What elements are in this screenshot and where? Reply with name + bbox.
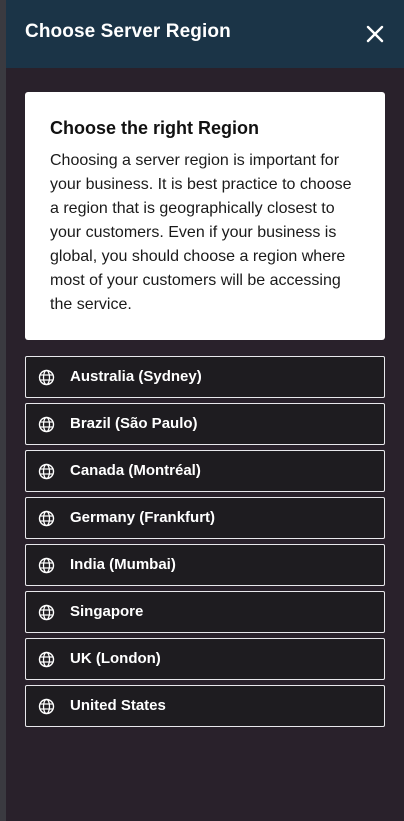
globe-icon <box>38 698 55 715</box>
info-title: Choose the right Region <box>50 118 259 138</box>
globe-icon <box>38 557 55 574</box>
globe-icon <box>38 604 55 621</box>
region-option-brazil[interactable]: Brazil (São Paulo) <box>25 403 385 445</box>
region-label: Singapore <box>70 603 144 620</box>
region-option-singapore[interactable]: Singapore <box>25 591 385 633</box>
region-option-india[interactable]: India (Mumbai) <box>25 544 385 586</box>
region-label: Canada (Montréal) <box>70 462 201 479</box>
close-button[interactable] <box>360 19 390 49</box>
region-option-uk[interactable]: UK (London) <box>25 638 385 680</box>
region-option-canada[interactable]: Canada (Montréal) <box>25 450 385 492</box>
info-card: Choose the right Region Choosing a serve… <box>25 92 385 340</box>
region-label: Germany (Frankfurt) <box>70 509 216 526</box>
region-dialog: Choose Server Region Choose the right Re… <box>6 0 404 821</box>
close-icon[interactable] <box>360 19 390 49</box>
dialog-title: Choose Server Region <box>25 21 231 42</box>
region-list: Australia (Sydney) Brazil (São Paulo) Ca… <box>25 356 385 732</box>
globe-icon <box>38 416 55 433</box>
globe-icon <box>38 651 55 668</box>
globe-icon <box>38 510 55 527</box>
globe-icon <box>38 369 55 386</box>
region-option-germany[interactable]: Germany (Frankfurt) <box>25 497 385 539</box>
region-label: United States <box>70 697 166 714</box>
region-label: UK (London) <box>70 650 161 667</box>
info-body: Choosing a server region is important fo… <box>50 152 352 313</box>
region-label: Australia (Sydney) <box>70 368 202 385</box>
region-option-australia[interactable]: Australia (Sydney) <box>25 356 385 398</box>
region-option-united-states[interactable]: United States <box>25 685 385 727</box>
dialog-header: Choose Server Region <box>6 0 404 68</box>
globe-icon <box>38 463 55 480</box>
region-label: India (Mumbai) <box>70 556 176 573</box>
region-label: Brazil (São Paulo) <box>70 415 198 432</box>
